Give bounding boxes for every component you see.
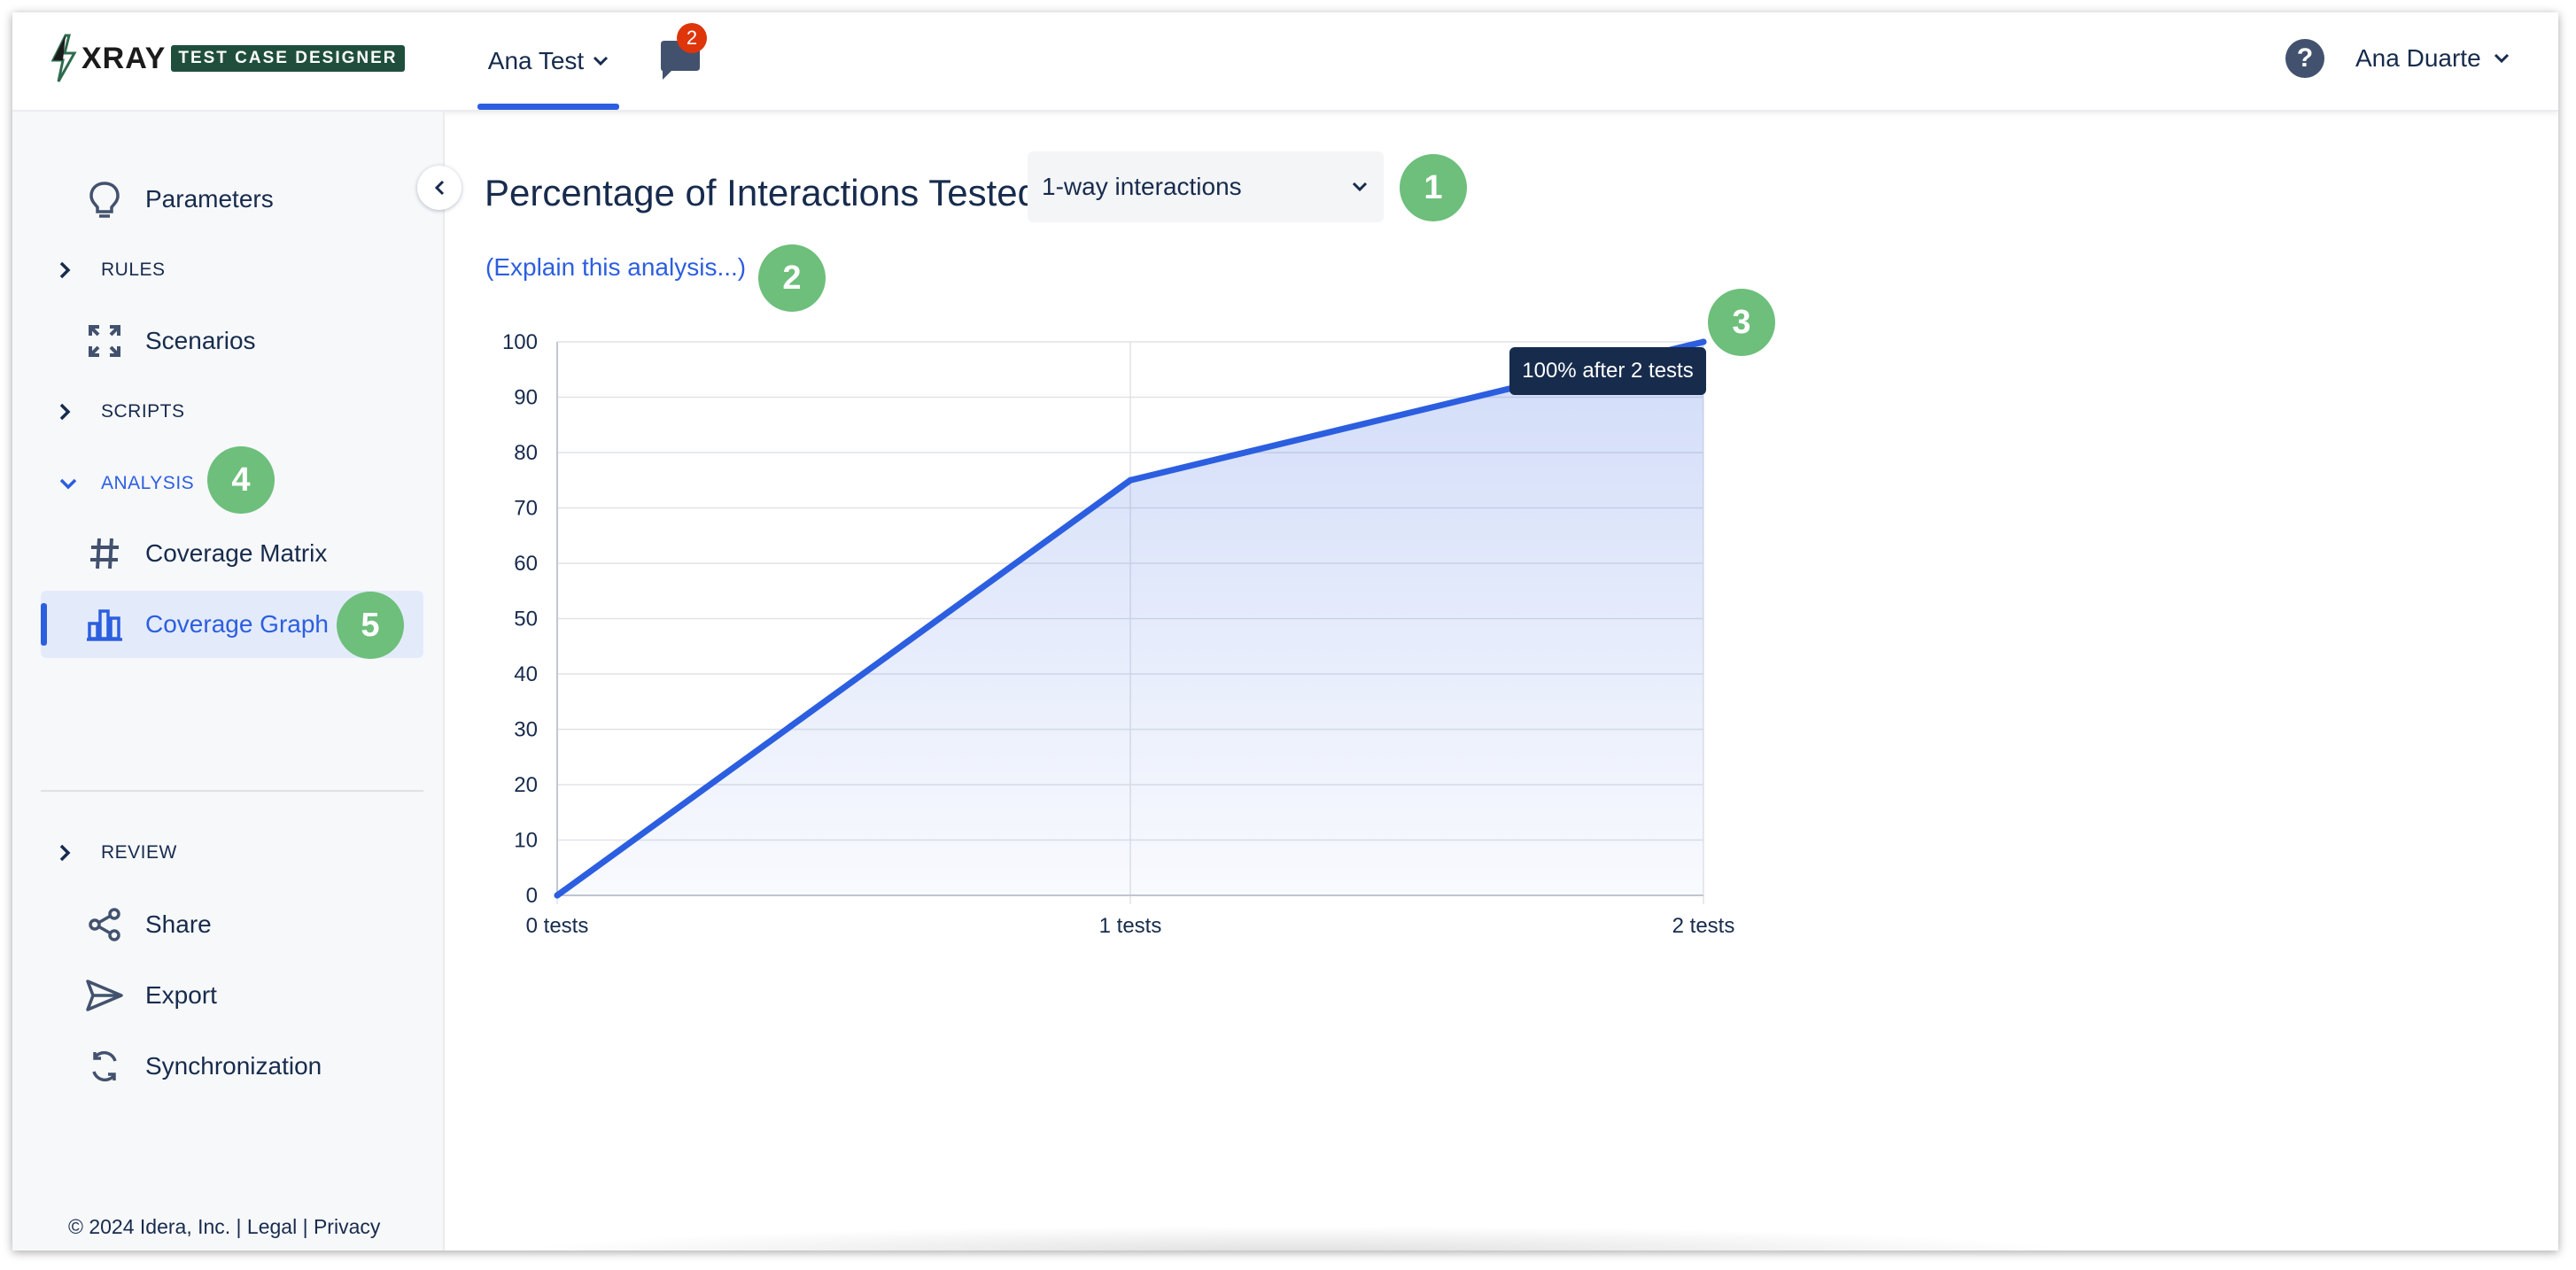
sidebar-item-export[interactable]: Export — [41, 962, 423, 1029]
x-tick-label: 1 tests — [1099, 914, 1162, 938]
send-icon — [83, 974, 126, 1017]
sidebar-section-rules[interactable]: RULES — [41, 248, 166, 292]
lightbulb-icon — [83, 178, 126, 221]
y-tick-label: 30 — [514, 718, 538, 742]
hash-icon — [83, 532, 126, 575]
sidebar-item-label: Synchronization — [145, 1052, 322, 1080]
callout-4: 4 — [207, 446, 275, 514]
y-tick-label: 20 — [514, 773, 538, 797]
sidebar-section-label: REVIEW — [101, 842, 177, 863]
y-tick-label: 70 — [514, 497, 538, 521]
y-tick-label: 100 — [502, 330, 538, 354]
logo-text: XRAY — [81, 41, 167, 75]
sidebar-item-label: Export — [145, 981, 217, 1009]
user-name: Ana Duarte — [2355, 44, 2481, 72]
interactions-select[interactable]: 1-way interactions — [1028, 151, 1384, 222]
share-icon — [83, 903, 126, 946]
callout-2: 2 — [758, 244, 826, 312]
callout-3: 3 — [1708, 289, 1775, 356]
sidebar-item-label: Scenarios — [145, 327, 256, 354]
data-point — [1700, 338, 1707, 345]
collapse-sidebar-button[interactable] — [417, 166, 462, 210]
data-point — [1127, 476, 1134, 484]
sidebar: Parameters RULES Scenarios SCRIPTS ANALY… — [12, 112, 445, 1251]
y-tick-label: 50 — [514, 608, 538, 631]
callout-1: 1 — [1400, 154, 1467, 221]
chevron-right-icon — [58, 260, 85, 280]
y-tick-label: 90 — [514, 386, 538, 410]
help-icon[interactable]: ? — [2285, 39, 2324, 78]
chevron-right-icon — [58, 843, 85, 863]
sidebar-item-label: Share — [145, 910, 212, 938]
chevron-down-icon — [58, 477, 85, 490]
chevron-down-icon — [2494, 53, 2509, 64]
page-title: Percentage of Interactions Tested — [485, 172, 1038, 213]
sidebar-item-label: Coverage Matrix — [145, 539, 328, 567]
y-tick-label: 60 — [514, 552, 538, 576]
sidebar-section-label: RULES — [101, 259, 166, 280]
sidebar-section-review[interactable]: REVIEW — [41, 831, 177, 875]
sidebar-item-share[interactable]: Share — [41, 891, 423, 958]
logo-badge: TEST CASE DESIGNER — [171, 45, 405, 72]
sidebar-item-label: Parameters — [145, 185, 274, 213]
user-menu[interactable]: Ana Duarte — [2355, 39, 2510, 78]
sidebar-item-synchronization[interactable]: Synchronization — [41, 1033, 423, 1100]
sidebar-item-coverage-matrix[interactable]: Coverage Matrix — [41, 520, 423, 587]
explain-analysis-link[interactable]: (Explain this analysis...) — [485, 253, 746, 282]
app-window: XRAY TEST CASE DESIGNER Ana Test 2 ? Ana… — [12, 12, 2558, 1251]
data-point — [554, 892, 561, 899]
top-navigation-bar: XRAY TEST CASE DESIGNER Ana Test 2 ? Ana… — [12, 12, 2558, 112]
chevron-down-icon — [1352, 182, 1368, 192]
select-value: 1-way interactions — [1042, 173, 1242, 200]
active-indicator — [41, 603, 47, 646]
footer-text: © 2024 Idera, Inc. | Legal | Privacy — [68, 1215, 381, 1238]
bar-chart-icon — [83, 603, 126, 646]
callout-5: 5 — [337, 592, 404, 659]
bottom-shadow — [508, 1226, 2085, 1251]
sidebar-section-analysis[interactable]: ANALYSIS — [41, 461, 194, 506]
x-tick-label: 2 tests — [1672, 914, 1735, 938]
sidebar-section-label: ANALYSIS — [101, 473, 195, 493]
sidebar-item-scenarios[interactable]: Scenarios — [41, 307, 423, 375]
chevron-left-icon — [434, 180, 445, 196]
chevron-right-icon — [58, 402, 85, 422]
expand-arrows-icon — [83, 320, 126, 362]
y-tick-label: 40 — [514, 662, 538, 686]
y-tick-label: 80 — [514, 441, 538, 465]
sidebar-section-label: SCRIPTS — [101, 401, 185, 422]
project-name: Ana Test — [487, 47, 585, 74]
project-selector-tab[interactable]: Ana Test — [477, 12, 619, 110]
chart-tooltip: 100% after 2 tests — [1509, 347, 1706, 395]
active-tab-underline — [477, 104, 619, 110]
chevron-down-icon — [594, 56, 609, 66]
y-tick-label: 0 — [526, 884, 538, 908]
sidebar-section-scripts[interactable]: SCRIPTS — [41, 390, 185, 434]
y-tick-label: 10 — [514, 829, 538, 853]
xray-logo[interactable]: XRAY TEST CASE DESIGNER — [48, 32, 405, 85]
sidebar-item-label: Coverage Graph — [145, 610, 330, 638]
x-tick-label: 0 tests — [526, 914, 589, 938]
lightning-bolt-icon — [50, 34, 77, 82]
sync-icon — [83, 1045, 126, 1088]
notification-badge: 2 — [677, 23, 707, 53]
sidebar-item-parameters[interactable]: Parameters — [41, 166, 423, 233]
coverage-chart: 0 10 20 30 40 50 60 70 80 90 100 0 tests 1 tests 2 te… — [502, 330, 1735, 938]
sidebar-divider — [41, 790, 423, 792]
